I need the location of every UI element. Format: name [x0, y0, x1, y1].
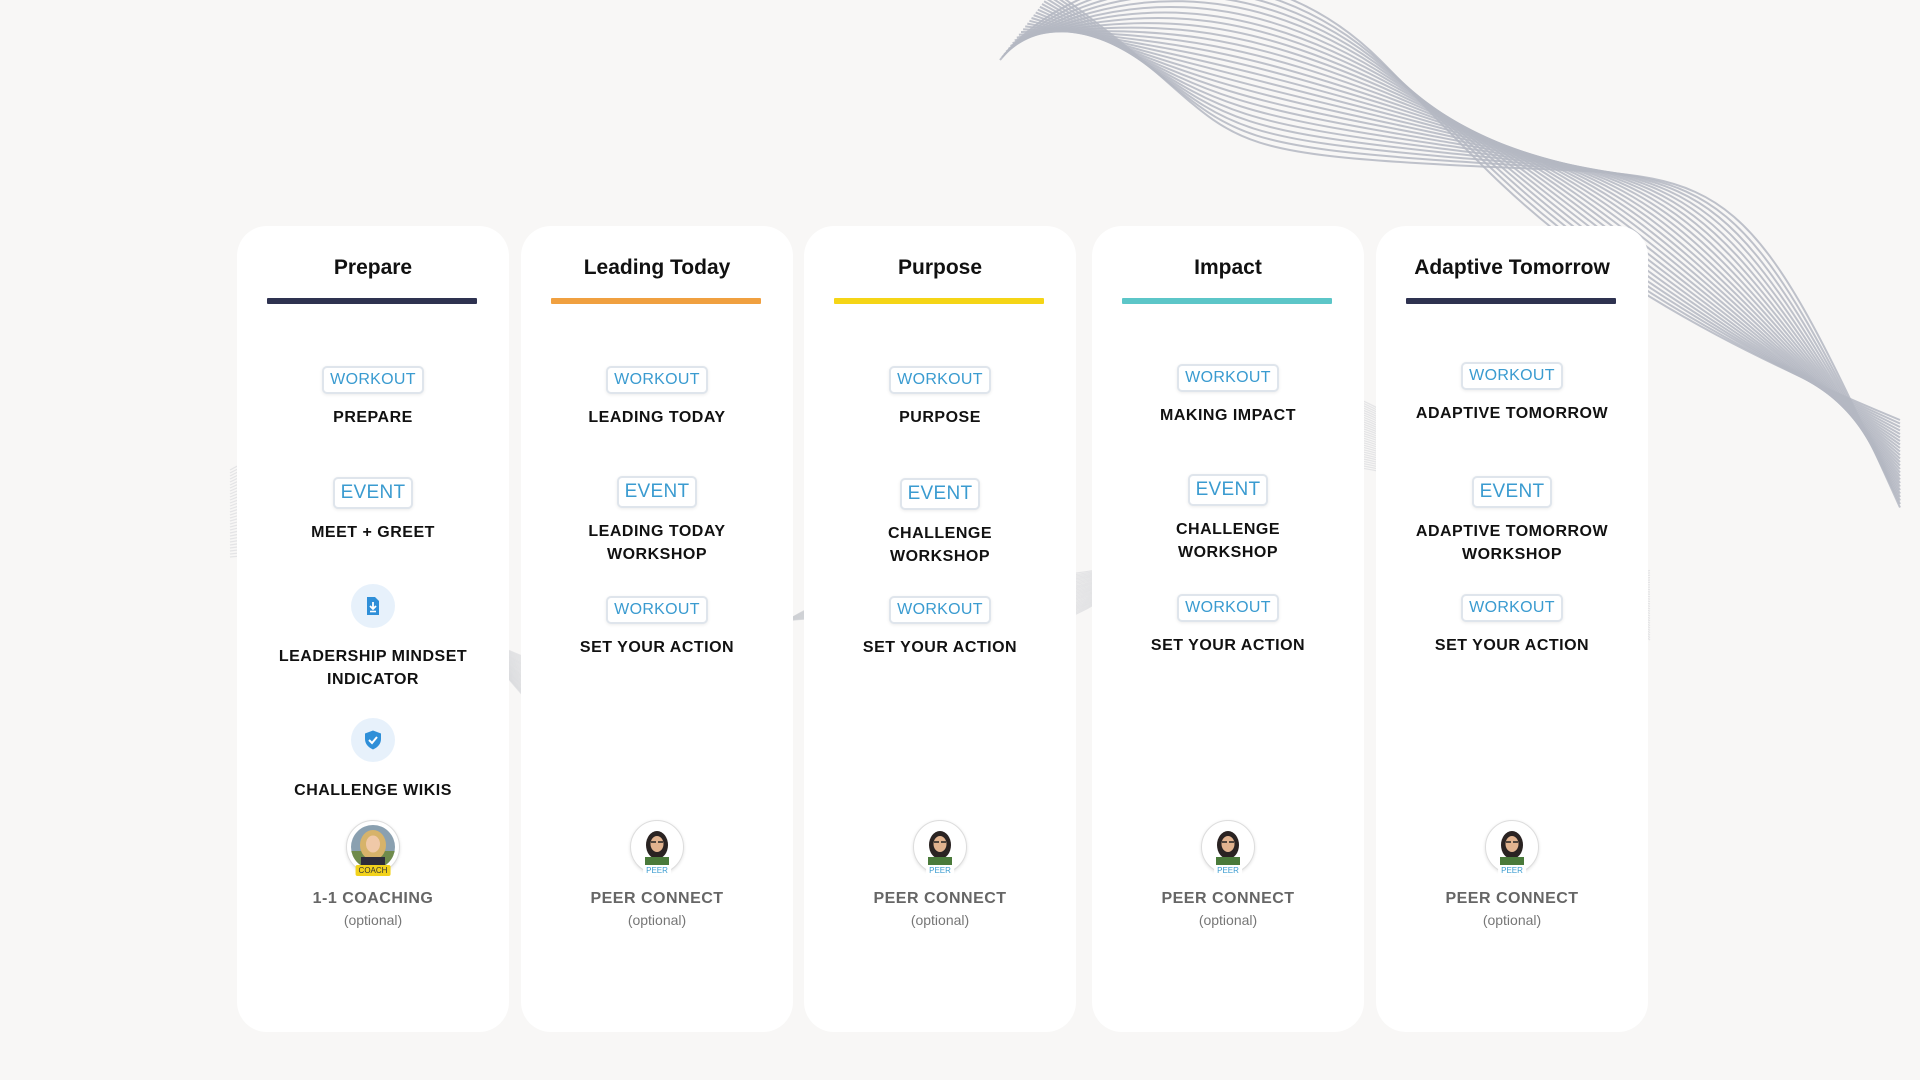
workout-item[interactable]: WORKOUT SET YOUR ACTION: [1092, 594, 1364, 657]
peer-avatar: PEER: [1201, 820, 1255, 876]
peer-connect-item[interactable]: PEER PEER CONNECT (optional): [521, 820, 793, 928]
coach-badge: COACH: [355, 865, 391, 876]
column-accent-line: [267, 298, 477, 304]
workout-item[interactable]: WORKOUT PREPARE: [237, 366, 509, 429]
item-label: CHALLENGE WIKIS: [294, 782, 452, 799]
optional-note: (optional): [1482, 912, 1542, 928]
peer-avatar: PEER: [913, 820, 967, 876]
item-label: 1-1 COACHING: [312, 890, 434, 907]
item-label: SET YOUR ACTION: [862, 639, 1018, 656]
coaching-item[interactable]: COACH 1-1 COACHING (optional): [237, 820, 509, 928]
column-impact: Impact WORKOUT MAKING IMPACT EVENT CHALL…: [1092, 226, 1364, 1032]
coach-avatar: COACH: [346, 820, 400, 876]
event-item[interactable]: EVENT LEADING TODAY WORKSHOP: [521, 476, 793, 566]
workout-tag: WORKOUT: [1461, 362, 1563, 390]
workout-tag: WORKOUT: [1461, 594, 1563, 622]
item-label: SET YOUR ACTION: [1150, 637, 1306, 654]
item-label: SET YOUR ACTION: [1434, 637, 1590, 654]
event-tag: EVENT: [1471, 476, 1553, 508]
item-label: LEADING TODAY: [588, 409, 726, 426]
peer-badge: PEER: [1498, 865, 1526, 876]
event-item[interactable]: EVENT MEET + GREET: [237, 477, 509, 544]
peer-badge: PEER: [926, 865, 954, 876]
peer-connect-item[interactable]: PEER PEER CONNECT (optional): [1092, 820, 1364, 928]
column-title: Prepare: [333, 256, 413, 279]
workout-item[interactable]: WORKOUT SET YOUR ACTION: [521, 596, 793, 659]
item-label: PREPARE: [333, 409, 413, 426]
item-label: PEER CONNECT: [1445, 890, 1579, 907]
item-label: MEET + GREET: [311, 524, 435, 541]
event-tag: EVENT: [899, 478, 981, 510]
workout-tag: WORKOUT: [889, 366, 991, 394]
workout-item[interactable]: WORKOUT MAKING IMPACT: [1092, 364, 1364, 427]
item-label: CHALLENGE WORKSHOP: [887, 525, 993, 565]
column-accent-line: [551, 298, 761, 304]
workout-tag: WORKOUT: [322, 366, 424, 394]
event-tag: EVENT: [1187, 474, 1269, 506]
item-label: MAKING IMPACT: [1160, 407, 1296, 424]
column-title: Purpose: [897, 256, 983, 279]
column-leading-today: Leading Today WORKOUT LEADING TODAY EVEN…: [521, 226, 793, 1032]
event-item[interactable]: EVENT ADAPTIVE TOMORROW WORKSHOP: [1376, 476, 1648, 566]
item-label: PEER CONNECT: [1161, 890, 1295, 907]
peer-connect-item[interactable]: PEER PEER CONNECT (optional): [1376, 820, 1648, 928]
event-item[interactable]: EVENT CHALLENGE WORKSHOP: [1092, 474, 1364, 564]
item-label: ADAPTIVE TOMORROW: [1415, 405, 1609, 422]
document-download-icon: [351, 584, 395, 628]
event-item[interactable]: EVENT CHALLENGE WORKSHOP: [804, 478, 1076, 568]
column-purpose: Purpose WORKOUT PURPOSE EVENT CHALLENGE …: [804, 226, 1076, 1032]
workout-tag: WORKOUT: [606, 596, 708, 624]
workout-item[interactable]: WORKOUT ADAPTIVE TOMORROW: [1376, 362, 1648, 425]
item-label: LEADING TODAY WORKSHOP: [588, 523, 726, 563]
item-label: PEER CONNECT: [590, 890, 724, 907]
column-adaptive-tomorrow: Adaptive Tomorrow WORKOUT ADAPTIVE TOMOR…: [1376, 226, 1648, 1032]
workout-item[interactable]: WORKOUT PURPOSE: [804, 366, 1076, 429]
optional-note: (optional): [627, 912, 687, 928]
column-title: Impact: [1194, 256, 1262, 279]
column-accent-line: [1406, 298, 1616, 304]
optional-note: (optional): [910, 912, 970, 928]
peer-badge: PEER: [643, 865, 671, 876]
item-label: LEADERSHIP MINDSET INDICATOR: [278, 648, 468, 688]
workout-tag: WORKOUT: [889, 596, 991, 624]
peer-badge: PEER: [1214, 865, 1242, 876]
optional-note: (optional): [1198, 912, 1258, 928]
shield-check-icon: [351, 718, 395, 762]
column-title: Adaptive Tomorrow: [1414, 256, 1610, 279]
event-tag: EVENT: [616, 476, 698, 508]
column-prepare: Prepare WORKOUT PREPARE EVENT MEET + GRE…: [237, 226, 509, 1032]
peer-avatar: PEER: [1485, 820, 1539, 876]
workout-tag: WORKOUT: [1177, 364, 1279, 392]
item-label: PEER CONNECT: [873, 890, 1007, 907]
column-accent-line: [834, 298, 1044, 304]
workout-item[interactable]: WORKOUT SET YOUR ACTION: [1376, 594, 1648, 657]
workout-tag: WORKOUT: [606, 366, 708, 394]
item-label: SET YOUR ACTION: [579, 639, 735, 656]
optional-note: (optional): [343, 912, 403, 928]
workout-item[interactable]: WORKOUT SET YOUR ACTION: [804, 596, 1076, 659]
item-label: PURPOSE: [899, 409, 981, 426]
item-label: ADAPTIVE TOMORROW WORKSHOP: [1415, 523, 1609, 563]
assessment-item[interactable]: LEADERSHIP MINDSET INDICATOR: [237, 584, 509, 691]
event-tag: EVENT: [332, 477, 414, 509]
peer-avatar: PEER: [630, 820, 684, 876]
column-accent-line: [1122, 298, 1332, 304]
workout-item[interactable]: WORKOUT LEADING TODAY: [521, 366, 793, 429]
item-label: CHALLENGE WORKSHOP: [1175, 521, 1281, 561]
column-title: Leading Today: [583, 256, 731, 279]
peer-connect-item[interactable]: PEER PEER CONNECT (optional): [804, 820, 1076, 928]
workout-tag: WORKOUT: [1177, 594, 1279, 622]
wikis-item[interactable]: CHALLENGE WIKIS: [237, 718, 509, 802]
